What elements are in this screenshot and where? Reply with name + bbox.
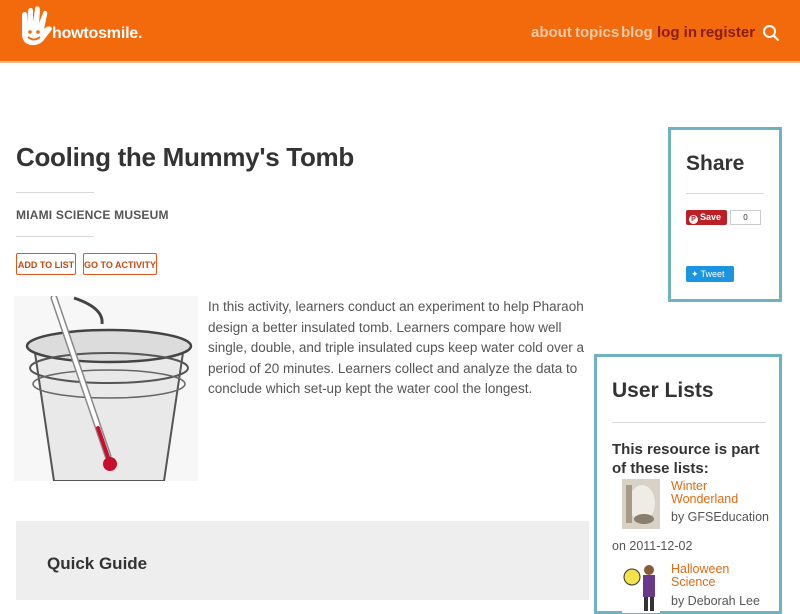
quick-guide-panel: Quick Guide bbox=[16, 521, 589, 600]
pinterest-icon: P bbox=[689, 215, 698, 224]
pinterest-save-label: Save bbox=[700, 212, 722, 222]
header-divider bbox=[0, 61, 800, 63]
logo-wordmark: howtosmile. bbox=[52, 25, 143, 42]
site-logo[interactable]: howtosmile. bbox=[16, 5, 161, 47]
list-thumbnail-winter[interactable] bbox=[622, 479, 660, 529]
user-lists-panel: User Lists This resource is part of thes… bbox=[594, 354, 782, 614]
twitter-bird-icon: ✦ bbox=[691, 269, 699, 279]
list-author-2: by Deborah Lee bbox=[671, 594, 760, 608]
smiling-hand-icon bbox=[22, 6, 52, 46]
list-author-1: by GFSEducation bbox=[671, 510, 769, 524]
tweet-label: Tweet bbox=[700, 269, 725, 279]
resource-thumbnail bbox=[14, 296, 198, 481]
user-lists-title: User Lists bbox=[612, 379, 714, 402]
provider-divider bbox=[16, 236, 94, 237]
resource-description: In this activity, learners conduct an ex… bbox=[208, 299, 584, 396]
resource-title: Cooling the Mummy's Tomb bbox=[16, 142, 354, 172]
tweet-button[interactable]: ✦ Tweet bbox=[686, 266, 734, 282]
nav-register[interactable]: register bbox=[700, 24, 755, 41]
title-divider bbox=[16, 192, 94, 193]
go-to-activity-button[interactable]: GO TO ACTIVITY bbox=[83, 253, 157, 275]
user-lists-divider bbox=[612, 422, 766, 423]
nav-topics[interactable]: topics bbox=[575, 24, 619, 41]
share-panel: Share P Save 0 ✦ Tweet bbox=[668, 127, 782, 302]
list-date-1: on 2011-12-02 bbox=[612, 539, 693, 553]
add-to-list-button[interactable]: ADD TO LIST bbox=[16, 253, 76, 275]
share-title: Share bbox=[686, 152, 745, 175]
nav-blog[interactable]: blog bbox=[621, 24, 653, 41]
share-divider bbox=[686, 193, 764, 194]
list-link-winter-wonderland[interactable]: Winter Wonderland bbox=[671, 480, 761, 506]
pinterest-count: 0 bbox=[730, 210, 761, 225]
list-link-halloween-science[interactable]: Halloween Science bbox=[671, 563, 761, 589]
list-thumbnail-halloween[interactable] bbox=[622, 563, 660, 613]
search-icon[interactable] bbox=[762, 24, 780, 42]
nav-log-in[interactable]: log in bbox=[657, 24, 697, 41]
resource-provider[interactable]: MIAMI SCIENCE MUSEUM bbox=[16, 208, 169, 222]
user-lists-subtitle: This resource is part of these lists: bbox=[612, 441, 760, 477]
pinterest-save-button[interactable]: P Save bbox=[686, 210, 727, 225]
quick-guide-title: Quick Guide bbox=[47, 554, 148, 573]
site-header: howtosmile. about topics blog log in reg… bbox=[0, 0, 800, 61]
nav-about[interactable]: about bbox=[531, 24, 572, 41]
